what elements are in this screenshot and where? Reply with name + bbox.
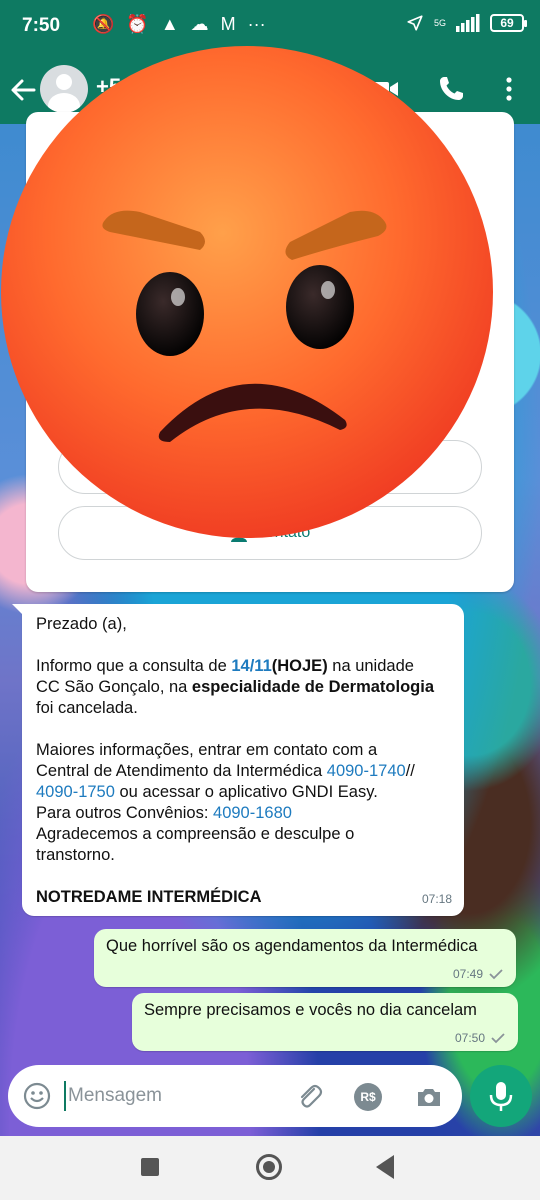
sent-check-icon: [491, 1033, 505, 1044]
phone-link-2[interactable]: 4090-1750: [36, 783, 115, 801]
message-line: Para outros Convênios: 4090-1680: [36, 804, 292, 822]
message-line: 4090-1750 ou acessar o aplicativo GNDI E…: [36, 783, 378, 801]
video-call-icon[interactable]: [370, 74, 400, 104]
home-button[interactable]: [256, 1154, 282, 1180]
message-time: 07:18: [421, 892, 452, 906]
status-system-icons: 5G 69: [406, 14, 527, 32]
phone-link-1[interactable]: 4090-1740: [327, 762, 406, 780]
message-composer: R$: [8, 1065, 462, 1127]
status-notification-icons: 🔕 ⏰ ▲ ☁ M ···: [92, 14, 266, 35]
attach-icon[interactable]: [294, 1081, 324, 1111]
avatar-head: [56, 74, 72, 90]
sent-check-icon: [489, 969, 503, 980]
mute-icon: 🔕: [92, 14, 115, 34]
back-arrow-icon[interactable]: [8, 70, 40, 110]
message-greeting: Prezado (a),: [36, 615, 127, 633]
alarm-icon: ⏰: [126, 14, 149, 34]
person-add-icon: [230, 525, 247, 542]
message-line: foi cancelada.: [36, 699, 138, 717]
system-nav-bar: [0, 1136, 540, 1200]
phone-link-3[interactable]: 4090-1680: [213, 804, 292, 822]
message-meta: 07:49: [453, 967, 504, 981]
cloud-icon: ☁: [190, 14, 209, 34]
message-input[interactable]: [64, 1081, 284, 1111]
location-icon: [407, 15, 423, 31]
emoji-icon[interactable]: [22, 1081, 52, 1111]
network-type: 5G: [433, 17, 446, 28]
mic-button[interactable]: [470, 1065, 532, 1127]
message-time: 07:49: [452, 967, 483, 981]
message-line: Agradecemos a compreensão e desculpe o: [36, 825, 355, 843]
outgoing-message[interactable]: Sempre precisamos e vocês no dia cancela…: [132, 993, 518, 1051]
avatar-body: [48, 93, 80, 113]
card-button-1[interactable]: [58, 440, 482, 494]
phone-icon[interactable]: [436, 74, 466, 104]
appointment-date: 14/11: [231, 657, 272, 675]
message-line: Maiores informações, entrar em contato c…: [36, 741, 378, 759]
camera-icon[interactable]: [414, 1082, 444, 1112]
more-notifications-icon: ···: [247, 14, 266, 34]
more-vert-icon[interactable]: [496, 74, 522, 104]
status-bar: 7:50 🔕 ⏰ ▲ ☁ M ··· 5G 69: [0, 0, 540, 56]
message-time: 07:50: [454, 1031, 485, 1045]
gmail-icon: M: [220, 14, 236, 34]
navigation-icon: ▲: [160, 14, 179, 34]
message-line: Informo que a consulta de 14/11(HOJE) na…: [36, 657, 414, 675]
message-line: transtorno.: [36, 846, 115, 864]
status-time: 7:50: [22, 15, 61, 36]
card-button-add-contact[interactable]: contato: [58, 506, 482, 560]
message-signature: NOTREDAME INTERMÉDICA: [36, 888, 262, 906]
contact-name[interactable]: +5: [96, 74, 121, 100]
message-text: Que horrível são os agendamentos da Inte…: [106, 937, 478, 955]
incoming-message[interactable]: Prezado (a), Informo que a consulta de 1…: [12, 604, 464, 916]
battery-indicator: 69: [490, 14, 527, 32]
payment-button[interactable]: R$: [354, 1083, 382, 1111]
contact-card: contato: [26, 112, 514, 592]
mic-icon: [489, 1082, 513, 1111]
message-line: CC São Gonçalo, na especialidade de Derm…: [36, 678, 435, 696]
message-line: Central de Atendimento da Intermédica 40…: [36, 762, 415, 780]
back-button[interactable]: [376, 1155, 394, 1179]
signal-icon: [456, 14, 480, 32]
message-meta: 07:50: [455, 1031, 506, 1045]
recents-button[interactable]: [141, 1158, 159, 1176]
message-text: Sempre precisamos e vocês no dia cancela…: [144, 1001, 477, 1019]
outgoing-message[interactable]: Que horrível são os agendamentos da Inte…: [94, 929, 516, 987]
contact-avatar[interactable]: [40, 65, 88, 113]
